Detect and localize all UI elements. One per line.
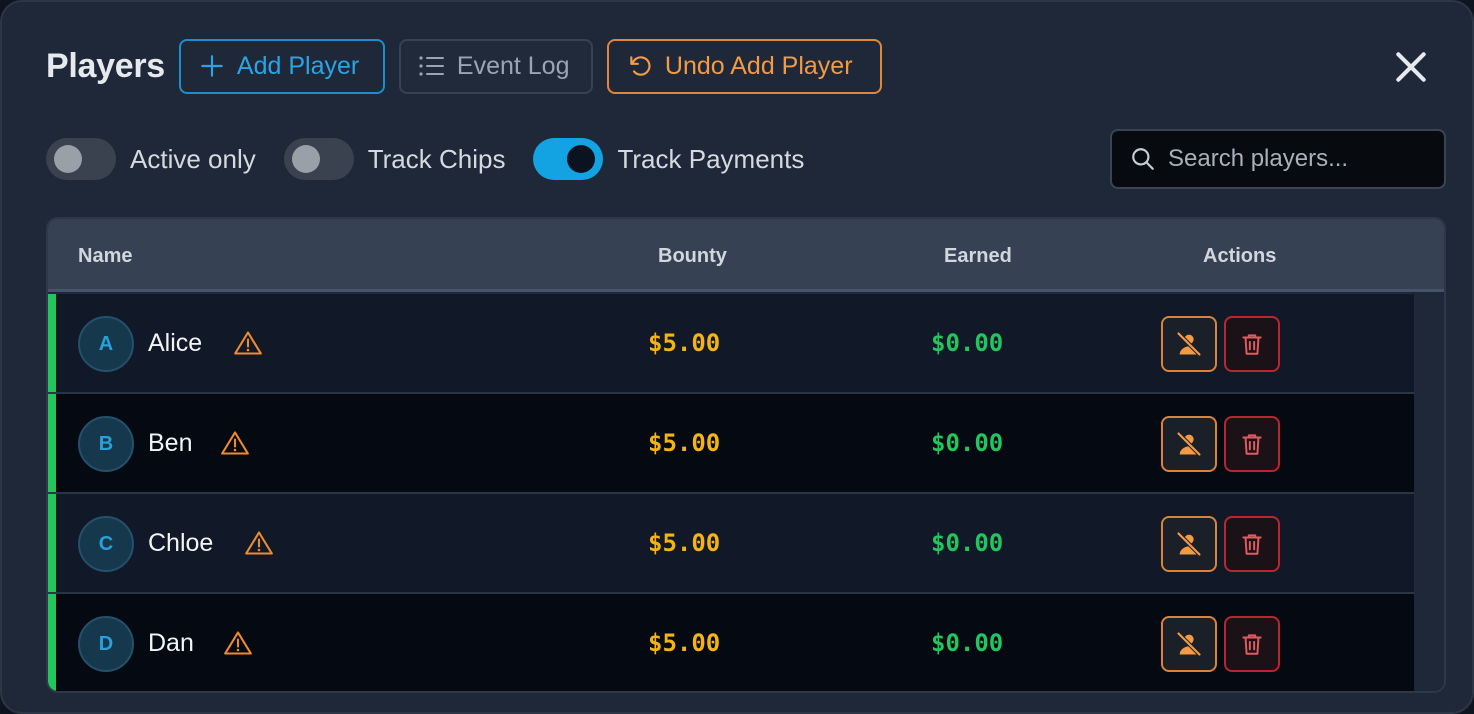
bounty-value: $5.00 — [648, 629, 721, 657]
track-chips-toggle[interactable] — [283, 138, 354, 180]
filter-toggles: Active only Track Chips Track Payments — [46, 138, 832, 180]
avatar: A — [78, 316, 134, 372]
bounty-value: $5.00 — [648, 329, 721, 357]
bounty-value: $5.00 — [648, 529, 721, 557]
undo-icon — [630, 56, 651, 76]
trash-icon — [1242, 634, 1262, 655]
warning-icon — [234, 331, 262, 355]
player-name: Chloe — [148, 529, 214, 557]
eliminate-player-button[interactable] — [1161, 616, 1217, 672]
table-row: A Alice $5.00 $0.00 — [48, 294, 1414, 394]
eliminate-player-button[interactable] — [1161, 316, 1217, 372]
add-player-button[interactable]: Add Player — [178, 38, 385, 94]
bounty-value: $5.00 — [648, 429, 721, 457]
active-only-toggle[interactable] — [46, 138, 116, 180]
players-table: Name Bounty Earned Actions A Alice $5.00… — [46, 217, 1446, 693]
event-log-button[interactable]: Event Log — [398, 38, 593, 94]
eliminate-player-button[interactable] — [1161, 516, 1217, 572]
table-row: B Ben $5.00 $0.00 — [48, 394, 1414, 494]
user-off-icon — [1177, 332, 1201, 356]
players-panel: Players Add Player Event Log Undo Add Pl… — [0, 0, 1474, 714]
earned-value: $0.00 — [931, 329, 1004, 357]
toggle-knob — [54, 145, 82, 173]
scroll-area — [1414, 292, 1444, 691]
avatar: C — [78, 516, 134, 572]
table-header: Name Bounty Earned Actions — [48, 219, 1444, 292]
active-indicator — [48, 394, 56, 492]
active-only-label: Active only — [130, 143, 256, 174]
user-off-icon — [1177, 532, 1201, 556]
eliminate-player-button[interactable] — [1161, 416, 1217, 472]
player-name: Ben — [148, 429, 193, 457]
plus-icon — [201, 55, 223, 77]
warning-icon — [245, 531, 273, 555]
earned-value: $0.00 — [931, 629, 1004, 657]
column-bounty: Bounty — [658, 245, 727, 267]
delete-player-button[interactable] — [1224, 616, 1280, 672]
active-indicator — [48, 594, 56, 691]
page-title: Players — [46, 46, 165, 85]
delete-player-button[interactable] — [1224, 516, 1280, 572]
trash-icon — [1242, 334, 1262, 355]
toggle-knob — [567, 145, 596, 173]
track-payments-toggle[interactable] — [533, 138, 604, 180]
undo-button[interactable]: Undo Add Player — [606, 38, 882, 94]
header: Players Add Player Event Log Undo Add Pl… — [46, 38, 896, 94]
undo-label: Undo Add Player — [664, 51, 853, 80]
delete-player-button[interactable] — [1224, 316, 1280, 372]
warning-icon — [224, 631, 252, 655]
active-indicator — [48, 494, 56, 592]
avatar: D — [78, 616, 134, 672]
delete-player-button[interactable] — [1224, 416, 1280, 472]
user-off-icon — [1177, 432, 1201, 456]
table-row: C Chloe $5.00 $0.00 — [48, 494, 1414, 594]
player-name: Alice — [148, 329, 203, 357]
column-actions: Actions — [1203, 245, 1277, 267]
earned-value: $0.00 — [931, 429, 1004, 457]
search-box — [1110, 129, 1446, 189]
player-name: Dan — [148, 629, 194, 657]
trash-icon — [1242, 434, 1262, 455]
track-chips-label: Track Chips — [367, 143, 506, 174]
earned-value: $0.00 — [931, 529, 1004, 557]
list-icon — [419, 56, 444, 76]
warning-icon — [221, 431, 249, 455]
toggle-knob — [291, 145, 320, 173]
search-input[interactable] — [1168, 145, 1438, 173]
add-player-label: Add Player — [236, 51, 360, 80]
column-name: Name — [78, 245, 133, 267]
active-indicator — [48, 294, 56, 392]
search-icon — [1132, 148, 1154, 170]
track-payments-label: Track Payments — [617, 143, 805, 174]
column-earned: Earned — [944, 245, 1012, 267]
user-off-icon — [1177, 632, 1201, 656]
event-log-label: Event Log — [456, 51, 570, 80]
trash-icon — [1242, 534, 1262, 555]
table-row: D Dan $5.00 $0.00 — [48, 594, 1414, 691]
avatar: B — [78, 416, 134, 472]
close-icon[interactable] — [1392, 48, 1430, 86]
